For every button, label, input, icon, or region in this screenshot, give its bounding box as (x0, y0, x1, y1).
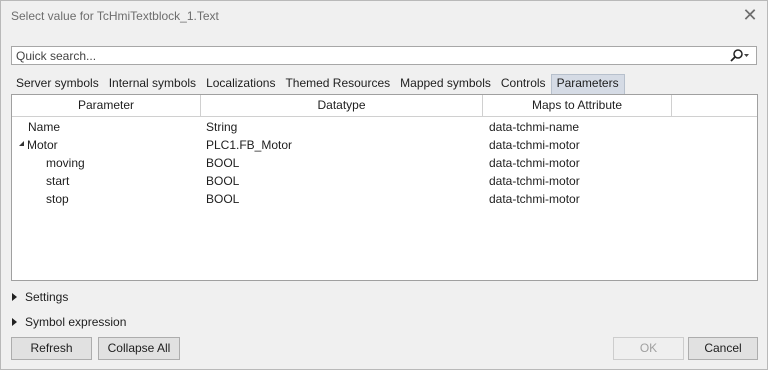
column-header-parameter[interactable]: Parameter (12, 95, 201, 116)
parameter-cell: Name (28, 120, 61, 134)
datatype-cell: BOOL (206, 156, 240, 170)
tab-themed-resources[interactable]: Themed Resources (280, 74, 395, 92)
refresh-button[interactable]: Refresh (11, 337, 92, 360)
table-row[interactable]: Motor PLC1.FB_Motor data-tchmi-motor (12, 136, 757, 154)
close-icon[interactable]: ✕ (741, 6, 759, 24)
settings-expander[interactable]: Settings (11, 289, 68, 305)
datatype-cell: BOOL (206, 174, 240, 188)
settings-label: Settings (25, 290, 69, 304)
attribute-cell: data-tchmi-motor (489, 174, 580, 188)
column-header-datatype[interactable]: Datatype (201, 95, 483, 116)
parameter-cell: moving (46, 156, 85, 170)
symbol-expression-expander[interactable]: Symbol expression (11, 314, 126, 330)
tab-parameters[interactable]: Parameters (550, 74, 625, 94)
expand-arrow-icon (12, 293, 17, 301)
datatype-cell: BOOL (206, 192, 240, 206)
attribute-cell: data-tchmi-name (489, 120, 580, 134)
parameters-grid: Parameter Datatype Maps to Attribute Nam… (11, 94, 758, 281)
parameter-cell: start (46, 174, 70, 188)
title-bar: Select value for TcHmiTextblock_1.Text ✕ (1, 1, 767, 31)
datatype-cell: String (206, 120, 238, 134)
dialog-window: Select value for TcHmiTextblock_1.Text ✕… (0, 0, 768, 370)
collapse-arrow-icon[interactable] (19, 141, 24, 146)
tab-controls[interactable]: Controls (496, 74, 551, 92)
quick-search-box[interactable] (11, 46, 757, 65)
attribute-cell: data-tchmi-motor (489, 192, 580, 206)
expand-arrow-icon (12, 318, 17, 326)
table-row[interactable]: moving BOOL data-tchmi-motor (12, 154, 757, 172)
parameter-cell: Motor (27, 138, 58, 152)
collapse-all-button[interactable]: Collapse All (98, 337, 180, 360)
attribute-cell: data-tchmi-motor (489, 138, 580, 152)
cancel-button[interactable]: Cancel (688, 337, 758, 360)
quick-search-input[interactable] (16, 48, 716, 63)
parameter-cell: stop (46, 192, 69, 206)
table-row[interactable]: stop BOOL data-tchmi-motor (12, 190, 757, 208)
search-icon[interactable] (728, 48, 750, 63)
tab-strip: Server symbols Internal symbols Localizati… (11, 74, 625, 94)
datatype-cell: PLC1.FB_Motor (206, 138, 293, 152)
tab-mapped-symbols[interactable]: Mapped symbols (395, 74, 496, 92)
tab-localizations[interactable]: Localizations (201, 74, 280, 92)
grid-header: Parameter Datatype Maps to Attribute (12, 95, 757, 117)
tab-internal-symbols[interactable]: Internal symbols (104, 74, 201, 92)
window-title: Select value for TcHmiTextblock_1.Text (11, 9, 219, 23)
ok-button[interactable]: OK (613, 337, 684, 360)
column-header-empty (672, 95, 757, 116)
table-row[interactable]: start BOOL data-tchmi-motor (12, 172, 757, 190)
column-header-maps-to-attribute[interactable]: Maps to Attribute (483, 95, 672, 116)
attribute-cell: data-tchmi-motor (489, 156, 580, 170)
symbol-expression-label: Symbol expression (25, 315, 127, 329)
table-row[interactable]: Name String data-tchmi-name (12, 118, 757, 136)
tab-server-symbols[interactable]: Server symbols (11, 74, 104, 92)
